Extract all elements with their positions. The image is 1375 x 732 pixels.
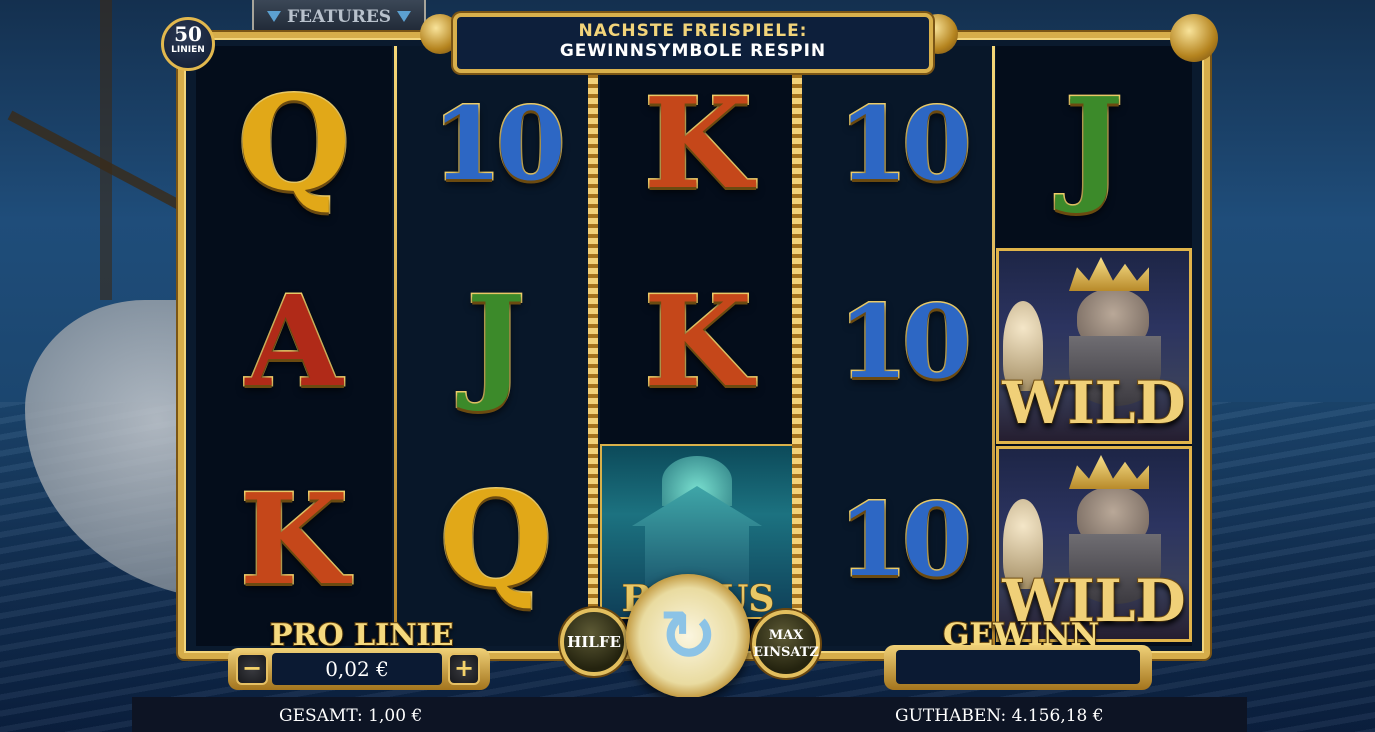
max-bet-button[interactable]: MAX EINSATZ bbox=[752, 610, 820, 678]
reel-5: J WILD WILD bbox=[996, 46, 1192, 646]
symbol-cell: J bbox=[996, 46, 1192, 242]
symbol-j: J bbox=[1063, 70, 1125, 217]
symbol-10: 10 bbox=[837, 283, 973, 401]
banner-line-2: GEWINNSYMBOLE RESPIN bbox=[559, 41, 827, 61]
symbol-k: K bbox=[642, 70, 754, 217]
wild-text: WILD bbox=[1001, 368, 1186, 438]
symbol-cell: K bbox=[600, 244, 796, 440]
symbol-q: Q bbox=[236, 67, 352, 220]
spin-icon: ↻ bbox=[658, 595, 718, 677]
spin-button[interactable]: ↻ bbox=[626, 574, 750, 698]
symbol-10: 10 bbox=[837, 481, 973, 599]
symbol-j: J bbox=[465, 268, 527, 415]
symbol-k: K bbox=[642, 268, 754, 415]
banner-line-1: NACHSTE FREISPIELE: bbox=[578, 21, 808, 41]
reel-1: Q A K bbox=[196, 46, 392, 646]
reel-3: K K BONUS bbox=[600, 46, 796, 646]
symbol-cell: Q bbox=[196, 46, 392, 242]
wild-symbol: WILD bbox=[996, 446, 1192, 642]
reels: Q A K 10 J Q K K BONUS 10 10 10 bbox=[196, 46, 1192, 648]
symbol-cell: 10 bbox=[804, 442, 1000, 638]
symbol-cell: 10 bbox=[398, 46, 594, 242]
symbol-q: Q bbox=[438, 463, 554, 616]
balance: GUTHABEN: 4.156,18 € bbox=[895, 706, 1104, 726]
lines-badge: 50 LINIEN bbox=[161, 17, 215, 71]
crown-icon bbox=[1069, 455, 1149, 489]
symbol-a: A bbox=[244, 268, 344, 415]
reel-divider bbox=[992, 46, 995, 646]
symbol-cell: A bbox=[196, 244, 392, 440]
max-bet-label-1: MAX bbox=[768, 628, 804, 643]
wild-symbol: WILD bbox=[996, 248, 1192, 444]
symbol-cell: K bbox=[600, 46, 796, 242]
lines-count: 50 bbox=[174, 22, 202, 46]
reel-rail bbox=[792, 68, 802, 648]
help-label: HILFE bbox=[567, 633, 621, 651]
reel-frame: Q A K 10 J Q K K BONUS 10 10 10 bbox=[178, 32, 1210, 659]
help-button[interactable]: HILFE bbox=[560, 608, 628, 676]
symbol-cell: 10 bbox=[804, 244, 1000, 440]
ornament-icon bbox=[1170, 14, 1218, 62]
reel-rail bbox=[588, 68, 598, 648]
win-value bbox=[896, 650, 1140, 684]
total-bet: GESAMT: 1,00 € bbox=[279, 706, 423, 726]
win-panel bbox=[884, 645, 1152, 690]
chevron-down-icon bbox=[266, 11, 281, 22]
features-tab[interactable]: FEATURES bbox=[252, 0, 426, 35]
bet-value: 0,02 € bbox=[272, 653, 442, 685]
symbol-cell: J bbox=[398, 244, 594, 440]
reel-divider bbox=[394, 46, 397, 646]
reel-2: 10 J Q bbox=[398, 46, 594, 646]
chevron-down-icon bbox=[397, 11, 412, 22]
ship-mast bbox=[100, 0, 112, 300]
max-bet-label-2: EINSATZ bbox=[753, 645, 819, 660]
lines-label: LINIEN bbox=[171, 45, 205, 55]
next-freespins-banner: NACHSTE FREISPIELE: GEWINNSYMBOLE RESPIN bbox=[453, 13, 933, 73]
symbol-cell: Q bbox=[398, 442, 594, 638]
symbol-k: K bbox=[238, 466, 350, 613]
symbol-10: 10 bbox=[837, 85, 973, 203]
temple-icon bbox=[632, 486, 762, 586]
reel-4: 10 10 10 bbox=[804, 46, 1000, 646]
bet-panel: − 0,02 € + bbox=[228, 648, 490, 690]
symbol-cell: K bbox=[196, 442, 392, 638]
bet-decrease-button[interactable]: − bbox=[236, 653, 268, 685]
features-label: FEATURES bbox=[286, 6, 392, 27]
status-bar: GESAMT: 1,00 € GUTHABEN: 4.156,18 € bbox=[132, 697, 1247, 732]
symbol-10: 10 bbox=[431, 85, 567, 203]
symbol-cell: 10 bbox=[804, 46, 1000, 242]
bet-increase-button[interactable]: + bbox=[448, 653, 480, 685]
crown-icon bbox=[1069, 257, 1149, 291]
